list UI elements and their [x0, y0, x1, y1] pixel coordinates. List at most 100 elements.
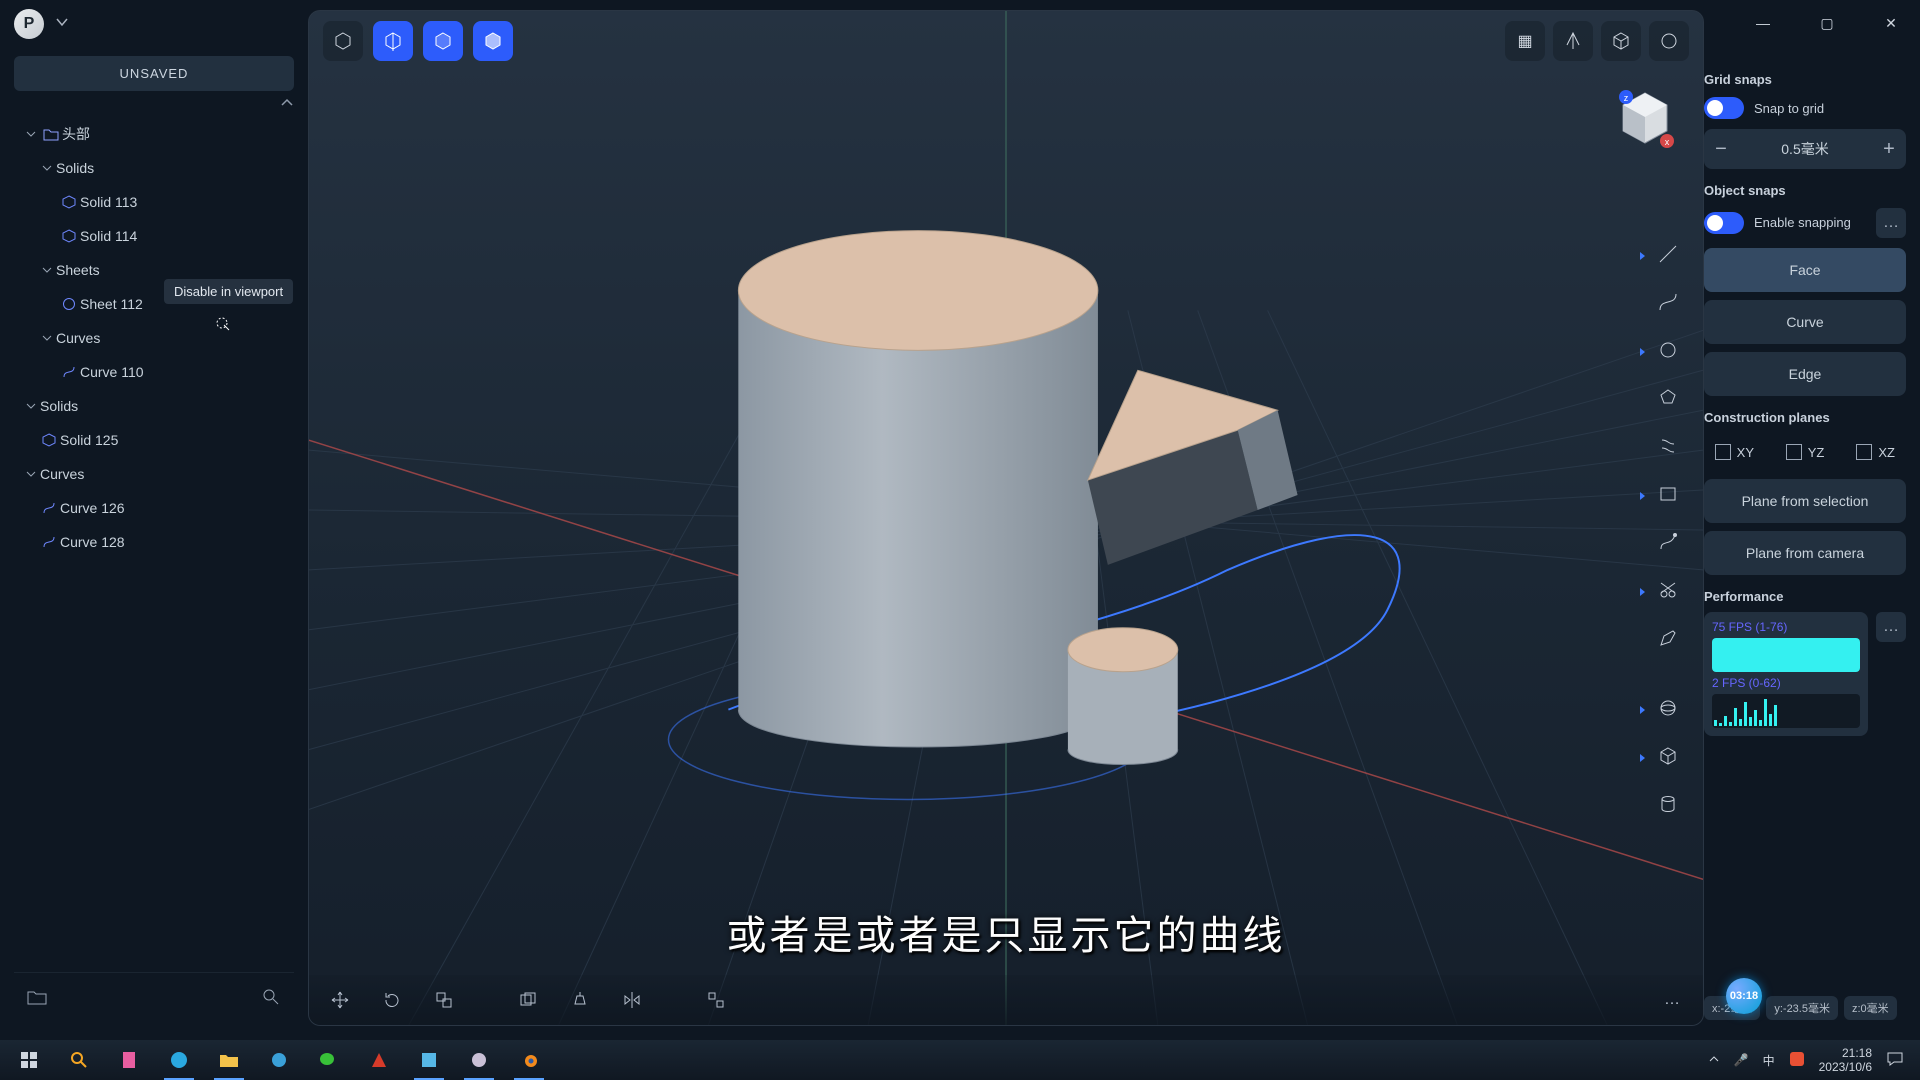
toggle-axes-button[interactable]: [1553, 21, 1593, 61]
window-close-button[interactable]: ✕: [1876, 8, 1906, 38]
snap-face-button[interactable]: Face: [1704, 248, 1906, 292]
section-object-snaps: Object snaps: [1704, 183, 1906, 198]
snap-curve-button[interactable]: Curve: [1704, 300, 1906, 344]
toggle-overlay-button[interactable]: [1649, 21, 1689, 61]
coord-y: y:-23.5毫米: [1766, 996, 1838, 1020]
plane-xz-label: XZ: [1878, 445, 1895, 460]
explorer-button[interactable]: [20, 980, 54, 1014]
tray-app-icon[interactable]: [1789, 1051, 1805, 1070]
scale-tool-button[interactable]: [427, 983, 461, 1017]
grid-step-input[interactable]: − 0.5毫米 +: [1704, 129, 1906, 169]
tree-collapse-icon[interactable]: [14, 91, 294, 115]
windows-taskbar[interactable]: 🎤 中 21:18 2023/10/6: [0, 1040, 1920, 1080]
taskbar-app-blender[interactable]: [506, 1040, 552, 1080]
tree-group-curves-2[interactable]: Curves: [14, 457, 294, 491]
taskbar-app-2[interactable]: [256, 1040, 302, 1080]
plane-from-camera-button[interactable]: Plane from camera: [1704, 531, 1906, 575]
window-maximize-button[interactable]: ▢: [1812, 8, 1842, 38]
coil-tool[interactable]: [1648, 426, 1688, 466]
grid-step-decrement[interactable]: −: [1704, 138, 1738, 161]
taskbar-app-plasticity[interactable]: [456, 1040, 502, 1080]
freeform-tool[interactable]: [1648, 522, 1688, 562]
viewport-3d[interactable]: ▦ z x 或者是或者是只显示它的曲线: [308, 10, 1704, 1026]
extrude-tool-button[interactable]: [563, 983, 597, 1017]
snap-edge-button[interactable]: Edge: [1704, 352, 1906, 396]
mirror-tool-button[interactable]: [615, 983, 649, 1017]
taskbar-app-wps[interactable]: [356, 1040, 402, 1080]
spline-tool[interactable]: [1648, 282, 1688, 322]
pen-tool[interactable]: [1648, 618, 1688, 658]
tray-chevron-up-icon[interactable]: [1708, 1053, 1720, 1068]
chevron-down-icon: [38, 333, 56, 343]
view-cube[interactable]: z x: [1609, 83, 1681, 155]
rotate-tool-button[interactable]: [375, 983, 409, 1017]
toggle-grid-button[interactable]: ▦: [1505, 21, 1545, 61]
select-mode-body-button[interactable]: [473, 21, 513, 61]
select-mode-face-button[interactable]: [423, 21, 463, 61]
rectangle-tool[interactable]: [1648, 474, 1688, 514]
unsaved-badge: UNSAVED: [14, 56, 294, 91]
tray-ime[interactable]: 中: [1763, 1052, 1775, 1069]
move-tool-button[interactable]: [323, 983, 357, 1017]
search-button[interactable]: [254, 980, 288, 1014]
viewport-more-button[interactable]: …: [1655, 983, 1689, 1017]
recording-time-badge[interactable]: 03:18: [1726, 978, 1762, 1014]
plane-yz-button[interactable]: YZ: [1775, 435, 1836, 469]
grid-step-increment[interactable]: +: [1872, 138, 1906, 161]
sphere-tool[interactable]: [1648, 688, 1688, 728]
start-button[interactable]: [6, 1040, 52, 1080]
tree-item-curve-128[interactable]: Curve 128: [14, 525, 294, 559]
plane-xy-button[interactable]: XY: [1704, 435, 1765, 469]
app-menu-chevron-icon[interactable]: [54, 14, 70, 35]
group-tool-button[interactable]: [699, 983, 733, 1017]
tree-item-solid-114[interactable]: Solid 114: [14, 219, 294, 253]
select-mode-point-button[interactable]: [323, 21, 363, 61]
enable-snapping-toggle[interactable]: [1704, 212, 1744, 234]
plane-xy-label: XY: [1737, 445, 1754, 460]
taskbar-app-explorer[interactable]: [206, 1040, 252, 1080]
tree-label: Solids: [56, 160, 288, 176]
tray-mic-icon[interactable]: 🎤: [1734, 1053, 1749, 1067]
taskbar-app-edge[interactable]: [156, 1040, 202, 1080]
performance-options-button[interactable]: …: [1876, 612, 1906, 642]
tree-item-curve-110[interactable]: Curve 110: [14, 355, 294, 389]
plane-icon: [1856, 444, 1872, 460]
plane-xz-button[interactable]: XZ: [1845, 435, 1906, 469]
duplicate-tool-button[interactable]: [511, 983, 545, 1017]
plane-from-selection-button[interactable]: Plane from selection: [1704, 479, 1906, 523]
solid-icon: [58, 195, 80, 209]
taskbar-clock[interactable]: 21:18 2023/10/6: [1819, 1046, 1872, 1075]
tree-group-curves[interactable]: Curves: [14, 321, 294, 355]
snap-options-button[interactable]: …: [1876, 208, 1906, 238]
curve-icon: [38, 535, 60, 549]
app-logo[interactable]: P: [14, 9, 44, 39]
circle-tool[interactable]: [1648, 330, 1688, 370]
taskbar-app-wechat[interactable]: [306, 1040, 352, 1080]
taskbar-app-1[interactable]: [106, 1040, 152, 1080]
taskbar-app-3[interactable]: [406, 1040, 452, 1080]
tree-folder-head[interactable]: 头部: [14, 117, 294, 151]
coord-z: z:0毫米: [1844, 996, 1897, 1020]
tree-label: Solid 125: [60, 432, 288, 448]
tree-item-solid-125[interactable]: Solid 125: [14, 423, 294, 457]
window-minimize-button[interactable]: —: [1748, 8, 1778, 38]
box-tool[interactable]: [1648, 736, 1688, 776]
toggle-shading-button[interactable]: [1601, 21, 1641, 61]
tree-group-solids-2[interactable]: Solids: [14, 389, 294, 423]
tree-group-solids[interactable]: Solids: [14, 151, 294, 185]
tree-item-curve-126[interactable]: Curve 126: [14, 491, 294, 525]
line-tool[interactable]: [1648, 234, 1688, 274]
cylinder-solid-tool[interactable]: [1648, 784, 1688, 824]
tree-label: Sheets: [56, 262, 288, 278]
polygon-tool[interactable]: [1648, 378, 1688, 418]
solid-icon: [38, 433, 60, 447]
taskbar-search[interactable]: [56, 1040, 102, 1080]
tray-notifications-icon[interactable]: [1886, 1051, 1904, 1070]
trim-tool[interactable]: [1648, 570, 1688, 610]
tree-item-solid-113[interactable]: Solid 113: [14, 185, 294, 219]
curve-icon: [58, 365, 80, 379]
select-mode-edge-button[interactable]: [373, 21, 413, 61]
tooltip-disable-in-viewport: Disable in viewport: [164, 279, 293, 304]
chevron-down-icon: [22, 129, 40, 139]
snap-to-grid-toggle[interactable]: [1704, 97, 1744, 119]
